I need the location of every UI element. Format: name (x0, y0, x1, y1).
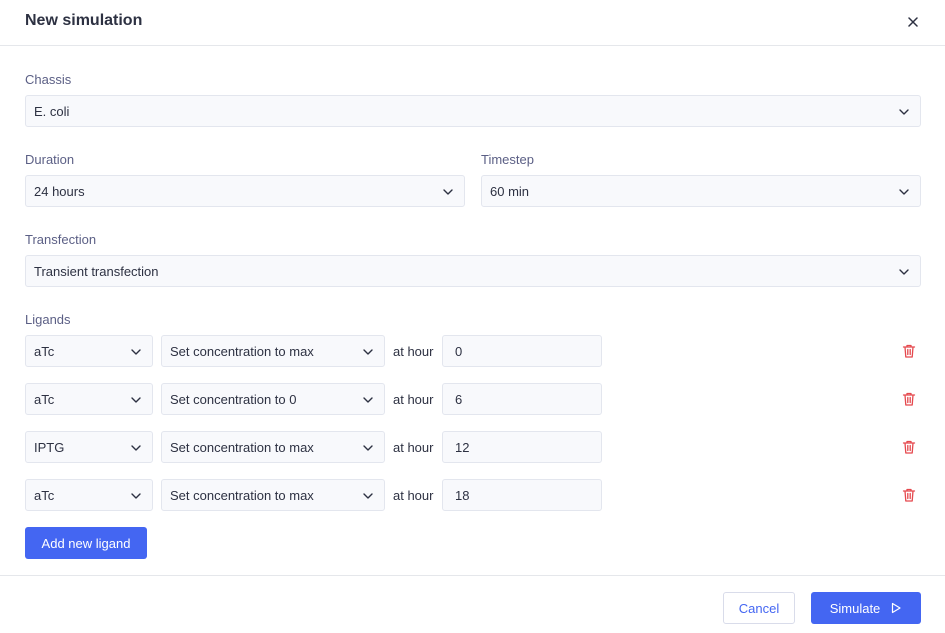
dialog-title: New simulation (25, 12, 143, 29)
ligands-label: Ligands (25, 312, 71, 327)
at-hour-label: at hour (393, 344, 434, 359)
close-icon (908, 17, 918, 27)
ligand-select[interactable]: aTc (25, 335, 153, 367)
ligand-hour-input[interactable] (442, 335, 602, 367)
ligand-value: IPTG (34, 439, 65, 455)
ligand-select[interactable]: aTc (25, 383, 153, 415)
chevron-down-icon (363, 397, 373, 403)
transfection-select[interactable]: Transient transfection (25, 255, 921, 287)
ligand-hour-input[interactable] (442, 431, 602, 463)
transfection-label: Transfection (25, 232, 97, 247)
chevron-down-icon (899, 269, 909, 275)
chevron-down-icon (899, 189, 909, 195)
dialog-header: New simulation (0, 0, 945, 46)
ligand-value: aTc (34, 487, 55, 503)
duration-value: 24 hours (34, 183, 85, 199)
ligand-action-value: Set concentration to max (170, 343, 314, 359)
chevron-down-icon (131, 349, 141, 355)
ligand-action-select[interactable]: Set concentration to max (161, 335, 385, 367)
cancel-button[interactable]: Cancel (723, 592, 795, 624)
ligand-hour-input[interactable] (442, 479, 602, 511)
ligand-action-value: Set concentration to 0 (170, 391, 297, 407)
chassis-value: E. coli (34, 103, 70, 119)
play-icon (892, 602, 901, 614)
chevron-down-icon (131, 397, 141, 403)
trash-icon[interactable] (901, 487, 917, 503)
transfection-value: Transient transfection (34, 263, 159, 279)
ligand-value: aTc (34, 343, 55, 359)
at-hour-label: at hour (393, 488, 434, 503)
ligand-action-value: Set concentration to max (170, 439, 314, 455)
chevron-down-icon (363, 349, 373, 355)
ligand-value: aTc (34, 391, 55, 407)
footer-divider (0, 575, 945, 576)
chassis-label: Chassis (25, 72, 72, 87)
chevron-down-icon (131, 493, 141, 499)
trash-icon[interactable] (901, 439, 917, 455)
timestep-select[interactable]: 60 min (481, 175, 921, 207)
duration-label: Duration (25, 152, 75, 167)
ligand-action-select[interactable]: Set concentration to max (161, 431, 385, 463)
chevron-down-icon (363, 445, 373, 451)
ligand-hour-input[interactable] (442, 383, 602, 415)
chassis-select[interactable]: E. coli (25, 95, 921, 127)
chevron-down-icon (899, 109, 909, 115)
simulate-button[interactable]: Simulate (811, 592, 921, 624)
chevron-down-icon (131, 445, 141, 451)
timestep-value: 60 min (490, 183, 530, 199)
duration-select[interactable]: 24 hours (25, 175, 465, 207)
at-hour-label: at hour (393, 440, 434, 455)
ligand-select[interactable]: aTc (25, 479, 153, 511)
trash-icon[interactable] (901, 343, 917, 359)
add-ligand-button[interactable]: Add new ligand (25, 527, 147, 559)
simulate-label: Simulate (829, 600, 881, 616)
trash-icon[interactable] (901, 391, 917, 407)
at-hour-label: at hour (393, 392, 434, 407)
chevron-down-icon (363, 493, 373, 499)
ligand-action-value: Set concentration to max (170, 487, 314, 503)
ligand-action-select[interactable]: Set concentration to 0 (161, 383, 385, 415)
close-button[interactable] (902, 11, 924, 33)
timestep-label: Timestep (481, 152, 534, 167)
ligand-action-select[interactable]: Set concentration to max (161, 479, 385, 511)
chevron-down-icon (443, 189, 453, 195)
ligand-select[interactable]: IPTG (25, 431, 153, 463)
